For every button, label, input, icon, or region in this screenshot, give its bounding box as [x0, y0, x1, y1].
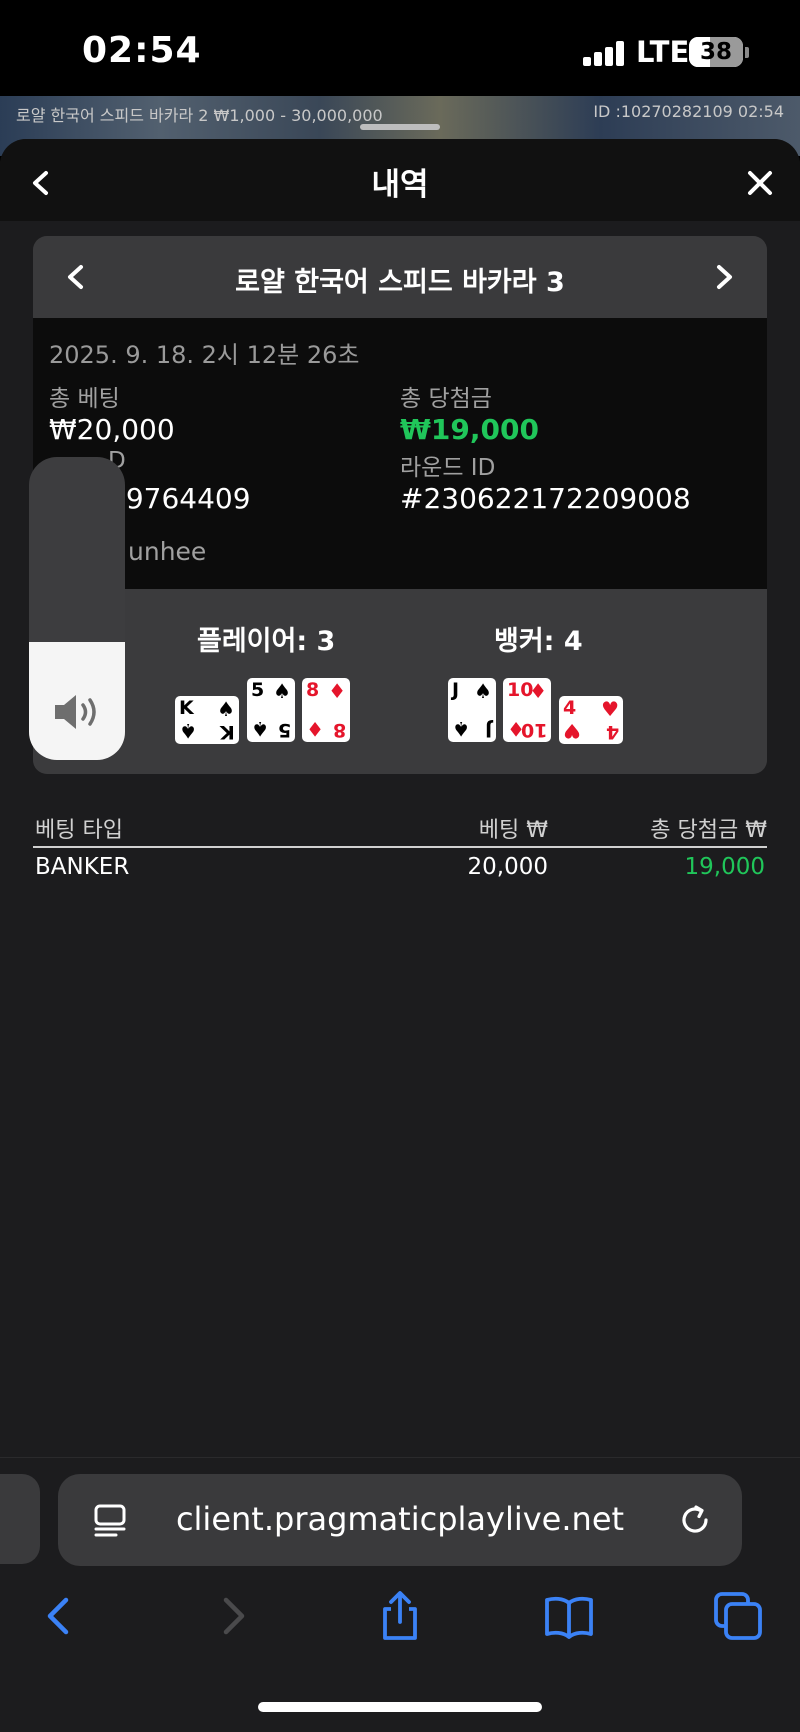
- win-amount-cell: 19,000: [684, 854, 765, 880]
- card-suit: ♠: [452, 717, 470, 741]
- game-title: 로얄 한국어 스피드 바카라 3: [235, 267, 565, 298]
- round-card: 로얄 한국어 스피드 바카라 3 2025. 9. 18. 2시 12분 26초…: [33, 236, 767, 774]
- banker-score: 뱅커: 4: [494, 626, 583, 657]
- tabs-icon[interactable]: [712, 1590, 764, 1642]
- card-rank: 8: [332, 719, 346, 741]
- card-suit: ♦: [306, 717, 324, 741]
- history-sheet: 내역 로얄 한국어 스피드 바카라 3 2025. 9. 18. 2시 12분 …: [0, 139, 800, 1457]
- bet-table-header: 베팅 타입 베팅 ₩ 총 당첨금 ₩: [33, 808, 767, 848]
- sheet-header: 내역: [0, 139, 800, 221]
- card-suit: ♥: [563, 719, 581, 743]
- banker-card-3: 4 ♥ 4 ♥: [559, 696, 623, 744]
- total-win-value: ₩19,000: [400, 413, 539, 446]
- round-datetime: 2025. 9. 18. 2시 12분 26초: [49, 341, 360, 369]
- signal-icon: [583, 40, 625, 66]
- round-id-label: 라운드 ID: [400, 455, 496, 481]
- partial-user: unhee: [128, 537, 207, 566]
- card-suit: ♠: [251, 717, 269, 741]
- round-info: 2025. 9. 18. 2시 12분 26초 총 베팅 ₩20,000 총 당…: [33, 318, 767, 589]
- round-result: 플레이어: 3 뱅커: 4 K ♠ K ♠ 5 ♠ 5 ♠ 8 ♦ 8 ♦ J ♠ J ♠ 10 ♦ 10 ♦ 4 ♥ 4…: [33, 589, 767, 774]
- address-bar[interactable]: client.pragmaticplaylive.net: [58, 1474, 742, 1566]
- bet-type-cell: BANKER: [35, 854, 130, 880]
- card-rank: 4: [605, 721, 619, 743]
- battery-level: 38: [699, 39, 732, 65]
- card-rank: K: [220, 721, 235, 743]
- back-arrow-icon[interactable]: [34, 1590, 86, 1642]
- close-icon[interactable]: [740, 163, 780, 203]
- player-card-2: 5 ♠ 5 ♠: [247, 678, 295, 742]
- share-icon[interactable]: [374, 1590, 426, 1642]
- player-score: 플레이어: 3: [197, 626, 336, 657]
- bet-amount-cell: 20,000: [467, 854, 548, 880]
- card-rank: 5: [251, 679, 265, 701]
- card-suit: ♦: [529, 679, 547, 703]
- speaker-icon: [55, 695, 96, 729]
- sheet-title: 내역: [371, 167, 429, 203]
- home-indicator[interactable]: [258, 1702, 542, 1712]
- round-id-value: #230622172209008: [400, 482, 691, 515]
- network-type: LTE: [636, 35, 690, 69]
- card-rank: K: [179, 697, 194, 719]
- card-rank: 4: [563, 697, 577, 719]
- card-rank: 5: [277, 719, 291, 741]
- sheet-grabber[interactable]: [360, 124, 440, 130]
- card-rank: J: [452, 679, 460, 701]
- card-suit: ♥: [601, 697, 619, 721]
- url-text[interactable]: client.pragmaticplaylive.net: [58, 1500, 742, 1538]
- player-card-1: K ♠ K ♠: [175, 696, 239, 744]
- status-time: 02:54: [82, 30, 202, 71]
- card-suit: ♠: [273, 679, 291, 703]
- banker-card-2: 10 ♦ 10 ♦: [503, 678, 551, 742]
- total-bet-value: ₩20,000: [49, 413, 175, 446]
- card-suit: ♠: [179, 719, 197, 743]
- col-bet-amount: 베팅 ₩: [478, 818, 548, 843]
- card-suit: ♦: [507, 717, 525, 741]
- battery-cap: [745, 47, 749, 58]
- card-suit: ♠: [474, 679, 492, 703]
- background-game-title: 로얄 한국어 스피드 바카라 2 ₩1,000 - 30,000,000: [16, 106, 383, 125]
- card-rank: J: [484, 719, 492, 741]
- col-total-win: 총 당첨금 ₩: [650, 818, 767, 843]
- status-bar: 02:54 LTE 38: [0, 0, 800, 96]
- forward-arrow-icon[interactable]: [206, 1590, 258, 1642]
- previous-tab-preview[interactable]: [0, 1474, 40, 1564]
- card-rank: 8: [306, 679, 320, 701]
- card-suit: ♠: [217, 697, 235, 721]
- next-round-icon[interactable]: [705, 258, 743, 296]
- bookmarks-icon[interactable]: [543, 1590, 595, 1642]
- round-card-header: 로얄 한국어 스피드 바카라 3: [33, 236, 767, 318]
- background-game-id: ID :10270282109 02:54: [593, 102, 784, 121]
- volume-hud: [29, 457, 125, 760]
- browser-toolbar: client.pragmaticplaylive.net: [0, 1457, 800, 1732]
- banker-card-1: J ♠ J ♠: [448, 678, 496, 742]
- total-bet-label: 총 베팅: [49, 386, 120, 412]
- battery-icon: 38: [689, 37, 743, 67]
- card-suit: ♦: [328, 679, 346, 703]
- player-card-3: 8 ♦ 8 ♦: [302, 678, 350, 742]
- total-win-label: 총 당첨금: [400, 386, 492, 412]
- partial-id-value: 69764409: [108, 482, 251, 515]
- reload-icon[interactable]: [676, 1501, 714, 1539]
- col-bet-type: 베팅 타입: [35, 818, 123, 843]
